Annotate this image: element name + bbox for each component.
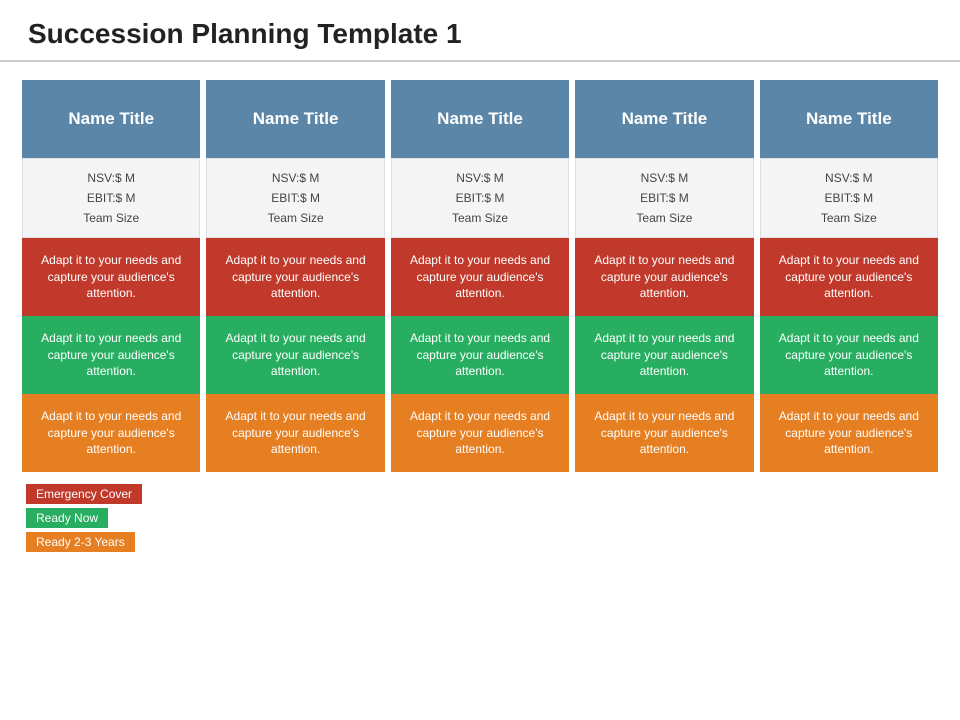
green-text-5: Adapt it to your needs and capture your … [770,330,928,380]
legend-ready-2-3-badge: Ready 2-3 Years [26,532,135,552]
columns-wrapper: Name Title NSV:$ M EBIT:$ M Team Size Ad… [22,80,938,472]
legend-emergency: Emergency Cover [26,484,938,504]
red-box-4: Adapt it to your needs and capture your … [575,238,753,316]
column-4: Name Title NSV:$ M EBIT:$ M Team Size Ad… [575,80,753,472]
name-title-text-5: Name Title [806,108,892,129]
green-box-3: Adapt it to your needs and capture your … [391,316,569,394]
green-box-2: Adapt it to your needs and capture your … [206,316,384,394]
team-size-text-2: Team Size [268,209,324,227]
legend-ready-2-3: Ready 2-3 Years [26,532,938,552]
nsv-text-4: NSV:$ M [641,169,689,187]
column-2: Name Title NSV:$ M EBIT:$ M Team Size Ad… [206,80,384,472]
name-title-box-2: Name Title [206,80,384,158]
name-title-text-2: Name Title [253,108,339,129]
orange-text-2: Adapt it to your needs and capture your … [216,408,374,458]
column-3: Name Title NSV:$ M EBIT:$ M Team Size Ad… [391,80,569,472]
red-box-1: Adapt it to your needs and capture your … [22,238,200,316]
name-title-text-4: Name Title [622,108,708,129]
green-text-4: Adapt it to your needs and capture your … [585,330,743,380]
green-text-1: Adapt it to your needs and capture your … [32,330,190,380]
orange-text-4: Adapt it to your needs and capture your … [585,408,743,458]
column-5: Name Title NSV:$ M EBIT:$ M Team Size Ad… [760,80,938,472]
legend-area: Emergency Cover Ready Now Ready 2-3 Year… [22,484,938,552]
red-text-2: Adapt it to your needs and capture your … [216,252,374,302]
orange-text-5: Adapt it to your needs and capture your … [770,408,928,458]
green-text-3: Adapt it to your needs and capture your … [401,330,559,380]
nsv-text-2: NSV:$ M [272,169,320,187]
ebit-text-5: EBIT:$ M [824,189,873,207]
name-title-text-3: Name Title [437,108,523,129]
red-text-1: Adapt it to your needs and capture your … [32,252,190,302]
red-text-3: Adapt it to your needs and capture your … [401,252,559,302]
red-box-5: Adapt it to your needs and capture your … [760,238,938,316]
green-box-5: Adapt it to your needs and capture your … [760,316,938,394]
legend-emergency-badge: Emergency Cover [26,484,142,504]
name-title-text-1: Name Title [68,108,154,129]
stats-box-1: NSV:$ M EBIT:$ M Team Size [22,158,200,238]
orange-box-1: Adapt it to your needs and capture your … [22,394,200,472]
stats-box-4: NSV:$ M EBIT:$ M Team Size [575,158,753,238]
orange-text-1: Adapt it to your needs and capture your … [32,408,190,458]
nsv-text-5: NSV:$ M [825,169,873,187]
ebit-text-4: EBIT:$ M [640,189,689,207]
green-box-1: Adapt it to your needs and capture your … [22,316,200,394]
green-text-2: Adapt it to your needs and capture your … [216,330,374,380]
ebit-text-3: EBIT:$ M [456,189,505,207]
legend-ready-now-badge: Ready Now [26,508,108,528]
header: Succession Planning Template 1 [0,0,960,62]
name-title-box-5: Name Title [760,80,938,158]
nsv-text-1: NSV:$ M [87,169,135,187]
orange-box-5: Adapt it to your needs and capture your … [760,394,938,472]
page-title: Succession Planning Template 1 [28,18,932,50]
orange-box-4: Adapt it to your needs and capture your … [575,394,753,472]
column-1: Name Title NSV:$ M EBIT:$ M Team Size Ad… [22,80,200,472]
orange-text-3: Adapt it to your needs and capture your … [401,408,559,458]
page: Succession Planning Template 1 Name Titl… [0,0,960,720]
team-size-text-4: Team Size [636,209,692,227]
team-size-text-5: Team Size [821,209,877,227]
name-title-box-1: Name Title [22,80,200,158]
main-content: Name Title NSV:$ M EBIT:$ M Team Size Ad… [0,62,960,562]
stats-box-5: NSV:$ M EBIT:$ M Team Size [760,158,938,238]
nsv-text-3: NSV:$ M [456,169,504,187]
stats-box-2: NSV:$ M EBIT:$ M Team Size [206,158,384,238]
stats-box-3: NSV:$ M EBIT:$ M Team Size [391,158,569,238]
green-box-4: Adapt it to your needs and capture your … [575,316,753,394]
red-box-3: Adapt it to your needs and capture your … [391,238,569,316]
red-text-4: Adapt it to your needs and capture your … [585,252,743,302]
ebit-text-2: EBIT:$ M [271,189,320,207]
orange-box-2: Adapt it to your needs and capture your … [206,394,384,472]
red-box-2: Adapt it to your needs and capture your … [206,238,384,316]
team-size-text-3: Team Size [452,209,508,227]
team-size-text-1: Team Size [83,209,139,227]
name-title-box-4: Name Title [575,80,753,158]
legend-ready-now: Ready Now [26,508,938,528]
name-title-box-3: Name Title [391,80,569,158]
ebit-text-1: EBIT:$ M [87,189,136,207]
red-text-5: Adapt it to your needs and capture your … [770,252,928,302]
orange-box-3: Adapt it to your needs and capture your … [391,394,569,472]
